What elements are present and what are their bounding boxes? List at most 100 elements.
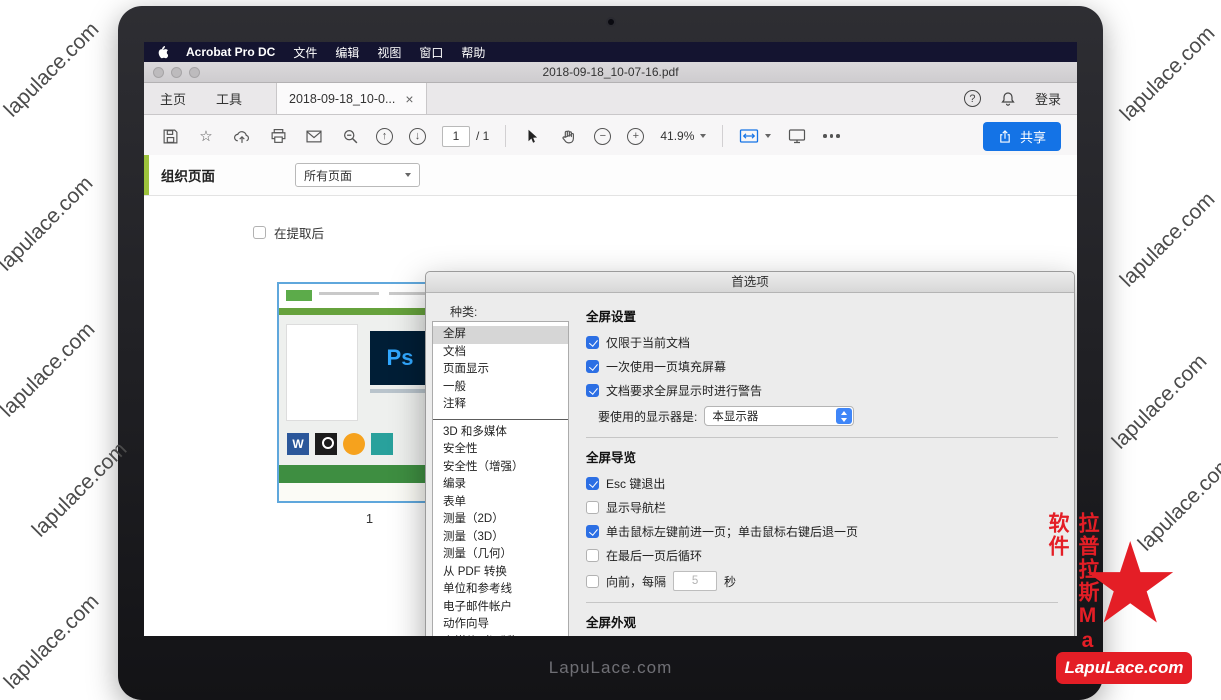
teal-app-icon (371, 433, 393, 455)
thumbnail-text-line (389, 292, 429, 295)
tab-bar-right: ? 登录 (964, 89, 1077, 109)
option-row: 显示导航栏 (586, 499, 1058, 516)
menu-item-view[interactable]: 视图 (377, 44, 401, 61)
zoom-level-dropdown[interactable]: 41.9% (660, 129, 706, 143)
save-icon[interactable] (160, 126, 180, 146)
category-item-comments[interactable]: 注释 (433, 396, 568, 414)
category-item-fullscreen[interactable]: 全屏 (433, 326, 568, 344)
page-range-dropdown[interactable]: 所有页面 (295, 163, 420, 187)
option-label: 单击鼠标左键前进一页；单击鼠标右键后退一页 (606, 523, 858, 540)
zoom-search-icon[interactable] (340, 126, 360, 146)
advance-seconds-input[interactable] (673, 571, 717, 591)
monitor-row: 要使用的显示器是: 本显示器 (598, 406, 1058, 426)
show-navbar-checkbox[interactable] (586, 501, 599, 514)
email-icon[interactable] (304, 126, 324, 146)
organize-pages-title: 组织页面 (161, 165, 215, 185)
login-button[interactable]: 登录 (1035, 89, 1061, 108)
tab-document[interactable]: 2018-09-18_10-0... × (276, 83, 427, 114)
mouse-click-checkbox[interactable] (586, 525, 599, 538)
category-item[interactable]: 编录 (433, 476, 568, 494)
auto-advance-checkbox[interactable] (586, 575, 599, 588)
fill-screen-checkbox[interactable] (586, 360, 599, 373)
print-icon[interactable] (268, 126, 288, 146)
warn-fullscreen-checkbox[interactable] (586, 384, 599, 397)
category-item-general[interactable]: 一般 (433, 379, 568, 397)
menu-item-help[interactable]: 帮助 (461, 44, 485, 61)
categories-label: 种类: (450, 303, 477, 320)
select-tool-icon[interactable] (522, 126, 542, 146)
category-item[interactable]: 安全性（增强） (433, 459, 568, 477)
option-row: 在最后一页后循环 (586, 547, 1058, 564)
menu-item-edit[interactable]: 编辑 (335, 44, 359, 61)
apple-logo-icon[interactable] (156, 45, 168, 59)
category-item[interactable]: 安全性 (433, 441, 568, 459)
watermark-text: lapulace.com (0, 18, 104, 122)
watermark-text: lapulace.com (1116, 188, 1220, 292)
category-item-page-display[interactable]: 页面显示 (433, 361, 568, 379)
monitor-label: 要使用的显示器是: (598, 408, 697, 425)
tab-home[interactable]: 主页 (160, 89, 186, 108)
current-doc-checkbox[interactable] (586, 336, 599, 349)
extract-checkbox[interactable] (253, 226, 266, 239)
option-row: 仅限于当前文档 (586, 334, 1058, 351)
help-icon[interactable]: ? (964, 90, 981, 107)
tab-tools[interactable]: 工具 (216, 89, 242, 108)
option-row: 一次使用一页填充屏幕 (586, 358, 1058, 375)
chevron-down-icon (765, 134, 771, 138)
category-item[interactable]: 测量（3D） (433, 529, 568, 547)
category-item[interactable]: 多媒体（旧版） (433, 634, 568, 637)
camera-icon (608, 19, 614, 25)
category-item[interactable]: 单位和参考线 (433, 581, 568, 599)
bell-icon[interactable] (998, 89, 1018, 109)
auto-advance-row: 向前，每隔 秒 (586, 571, 1058, 591)
share-button-label: 共享 (1020, 127, 1046, 146)
fit-width-dropdown[interactable] (739, 128, 771, 144)
esc-exit-checkbox[interactable] (586, 477, 599, 490)
section-fullscreen-settings: 全屏设置 (586, 306, 1058, 325)
close-tab-icon[interactable]: × (405, 92, 413, 106)
window-title-bar: 2018-09-18_10-07-16.pdf (144, 62, 1077, 83)
page-navigation: / 1 (442, 126, 489, 147)
category-item-document[interactable]: 文档 (433, 344, 568, 362)
menu-item-window[interactable]: 窗口 (419, 44, 443, 61)
loop-after-last-checkbox[interactable] (586, 549, 599, 562)
monitor-dropdown[interactable]: 本显示器 (704, 406, 854, 426)
zoom-out-icon[interactable]: − (594, 128, 611, 145)
category-item[interactable]: 动作向导 (433, 616, 568, 634)
page-total-label: / 1 (476, 129, 489, 143)
option-label: 文档要求全屏显示时进行警告 (606, 382, 762, 399)
thumbnail-card (287, 325, 357, 420)
monitor-value: 本显示器 (712, 408, 836, 424)
category-separator (433, 414, 568, 424)
category-item[interactable]: 电子邮件帐户 (433, 599, 568, 617)
category-item[interactable]: 表单 (433, 494, 568, 512)
hand-tool-icon[interactable] (558, 126, 578, 146)
extract-checkbox-label: 在提取后 (274, 223, 324, 242)
laptop-frame: Acrobat Pro DC 文件 编辑 视图 窗口 帮助 2018-09-18… (118, 6, 1103, 700)
category-item[interactable]: 测量（几何） (433, 546, 568, 564)
menu-item-file[interactable]: 文件 (293, 44, 317, 61)
share-button[interactable]: 共享 (983, 122, 1061, 151)
cloud-upload-icon[interactable] (232, 126, 252, 146)
orange-app-icon (343, 433, 365, 455)
category-item[interactable]: 从 PDF 转换 (433, 564, 568, 582)
toolbar: ☆ ↑ ↓ / 1 (144, 115, 1077, 158)
category-item[interactable]: 3D 和多媒体 (433, 424, 568, 442)
word-icon: W (287, 433, 309, 455)
organize-pages-bar: 组织页面 所有页面 (144, 155, 1077, 196)
presentation-display-icon[interactable] (787, 126, 807, 146)
watermark-text: lapulace.com (1116, 22, 1220, 126)
stepper-arrows-icon (836, 408, 852, 424)
category-item[interactable]: 测量（2D） (433, 511, 568, 529)
star-icon[interactable]: ☆ (196, 126, 216, 146)
zoom-in-icon[interactable]: + (627, 128, 644, 145)
organize-accent-bar (144, 155, 149, 195)
more-tools-icon[interactable] (823, 134, 840, 138)
zoom-level-value: 41.9% (660, 129, 694, 143)
menu-app-name[interactable]: Acrobat Pro DC (186, 45, 275, 59)
option-row: Esc 键退出 (586, 475, 1058, 492)
previous-page-icon[interactable]: ↑ (376, 128, 393, 145)
next-page-icon[interactable]: ↓ (409, 128, 426, 145)
section-divider (586, 602, 1058, 603)
page-number-input[interactable] (442, 126, 470, 147)
